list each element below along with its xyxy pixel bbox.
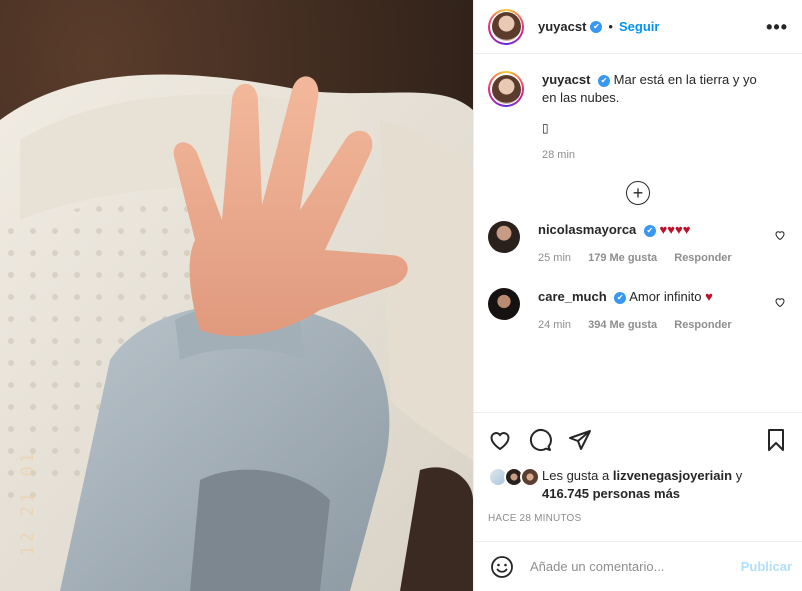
verified-badge-icon: ✔ [614, 291, 627, 304]
post-header: yuyacst ✔ • Seguir ••• [474, 0, 802, 54]
caption-username[interactable]: yuyacst [542, 72, 590, 87]
commenter-username[interactable]: care_much [538, 289, 607, 304]
paper-plane-icon[interactable] [568, 428, 592, 452]
caption-emoji: ▯ [542, 121, 549, 135]
separator-dot: • [608, 19, 613, 34]
commenter-username[interactable]: nicolasmayorca [538, 222, 636, 237]
heart-icon[interactable] [488, 428, 512, 452]
likes-summary: Les gusta a lizvenegasjoyeriain y 416.74… [488, 467, 788, 503]
commenter-avatar[interactable] [488, 221, 520, 253]
more-options-icon[interactable]: ••• [766, 18, 788, 36]
comment-input[interactable] [530, 559, 733, 574]
comment-item: care_much ✔ Amor infinito ♥ 24 min 394 M… [488, 288, 788, 331]
comment-time[interactable]: 25 min [538, 252, 571, 264]
photo-date-stamp: 12 21 01 [18, 450, 38, 556]
publish-button[interactable]: Publicar [741, 559, 792, 574]
like-comment-heart-icon[interactable] [774, 229, 786, 241]
comment-item: nicolasmayorca ✔ ♥♥♥♥ 25 min 179 Me gust… [488, 221, 788, 264]
verified-badge-icon: ✔ [598, 74, 611, 87]
bookmark-icon[interactable] [764, 428, 788, 452]
caption-author-avatar[interactable] [488, 71, 524, 107]
liker-username[interactable]: lizvenegasjoyeriain [613, 468, 732, 483]
comment-text: Amor infinito [629, 289, 702, 304]
action-bar [488, 413, 788, 467]
post-photo[interactable]: 12 21 01 [0, 0, 473, 591]
load-more-comments: + [488, 181, 788, 205]
verified-badge-icon: ✔ [590, 20, 603, 33]
author-username[interactable]: yuyacst [538, 19, 586, 34]
comment-time[interactable]: 24 min [538, 319, 571, 331]
post-timestamp[interactable]: HACE 28 MINUTOS [488, 513, 788, 524]
follow-button[interactable]: Seguir [619, 19, 659, 34]
comment-icon[interactable] [528, 428, 552, 452]
caption-timestamp[interactable]: 28 min [542, 149, 788, 161]
smiley-icon[interactable] [490, 555, 514, 579]
comments-section[interactable]: yuyacst ✔ Mar está en la tierra y yo en … [474, 55, 802, 410]
comment-meta: 25 min 179 Me gusta Responder [538, 252, 768, 264]
instagram-post: 12 21 01 yuyacst ✔ • Seguir ••• yuyacst … [0, 0, 802, 591]
avatar-image [491, 12, 521, 41]
likes-text: Les gusta a lizvenegasjoyeriain y 416.74… [542, 468, 743, 501]
author-avatar[interactable] [488, 8, 524, 45]
liker-avatars[interactable] [488, 467, 544, 491]
liker-avatar [520, 467, 540, 487]
comment-hearts: ♥ [705, 289, 713, 304]
post-side-panel: yuyacst ✔ • Seguir ••• yuyacst ✔ Mar est… [473, 0, 802, 591]
like-comment-heart-icon[interactable] [774, 296, 786, 308]
comment-meta: 24 min 394 Me gusta Responder [538, 319, 768, 331]
avatar-image [491, 74, 521, 104]
reply-button[interactable]: Responder [674, 319, 731, 331]
add-comment-bar: Publicar [474, 541, 802, 591]
comment-likes[interactable]: 394 Me gusta [588, 319, 657, 331]
commenter-avatar[interactable] [488, 288, 520, 320]
comment-likes[interactable]: 179 Me gusta [588, 252, 657, 264]
plus-circle-icon[interactable]: + [626, 181, 650, 205]
reply-button[interactable]: Responder [674, 252, 731, 264]
post-actions: Les gusta a lizvenegasjoyeriain y 416.74… [474, 412, 802, 540]
baby-hand-photo [0, 0, 473, 591]
post-caption: yuyacst ✔ Mar está en la tierra y yo en … [488, 71, 788, 107]
verified-badge-icon: ✔ [643, 224, 656, 237]
likes-count[interactable]: 416.745 personas más [542, 486, 680, 501]
comment-hearts: ♥♥♥♥ [659, 222, 691, 237]
